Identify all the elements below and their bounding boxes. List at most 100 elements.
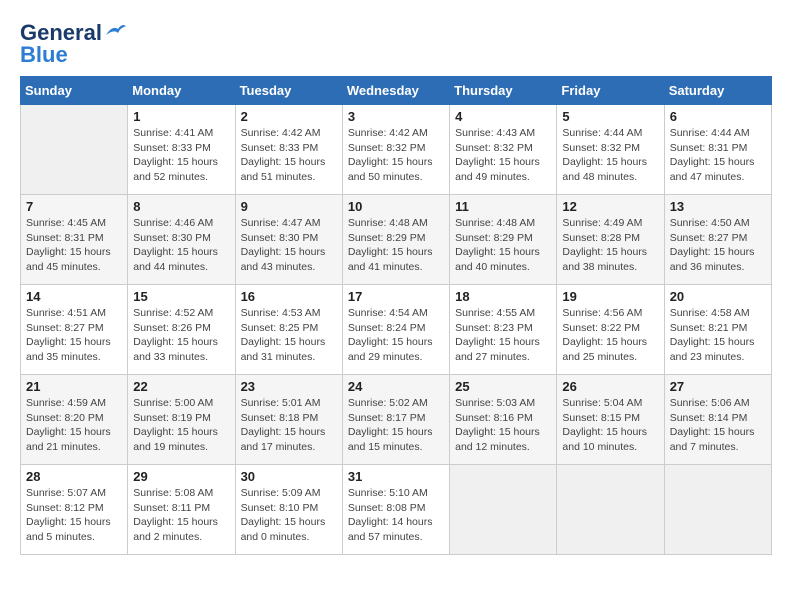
calendar-cell: [21, 105, 128, 195]
day-info: Sunrise: 5:09 AMSunset: 8:10 PMDaylight:…: [241, 486, 337, 545]
day-info: Sunrise: 4:52 AMSunset: 8:26 PMDaylight:…: [133, 306, 229, 365]
day-info: Sunrise: 4:54 AMSunset: 8:24 PMDaylight:…: [348, 306, 444, 365]
logo: General Blue: [20, 20, 128, 68]
day-number: 26: [562, 379, 658, 394]
day-number: 5: [562, 109, 658, 124]
day-info: Sunrise: 4:44 AMSunset: 8:32 PMDaylight:…: [562, 126, 658, 185]
weekday-header-row: SundayMondayTuesdayWednesdayThursdayFrid…: [21, 77, 772, 105]
calendar-table: SundayMondayTuesdayWednesdayThursdayFrid…: [20, 76, 772, 555]
calendar-cell: 14Sunrise: 4:51 AMSunset: 8:27 PMDayligh…: [21, 285, 128, 375]
day-info: Sunrise: 5:04 AMSunset: 8:15 PMDaylight:…: [562, 396, 658, 455]
calendar-cell: 4 Sunrise: 4:43 AMSunset: 8:32 PMDaylight…: [450, 105, 557, 195]
day-number: 12: [562, 199, 658, 214]
calendar-cell: 23Sunrise: 5:01 AMSunset: 8:18 PMDayligh…: [235, 375, 342, 465]
calendar-cell: 28 Sunrise: 5:07 AMSunset: 8:12 PMDayligh…: [21, 465, 128, 555]
day-info: Sunrise: 4:48 AMSunset: 8:29 PMDaylight:…: [455, 216, 551, 275]
calendar-cell: [557, 465, 664, 555]
day-info: Sunrise: 5:07 AMSunset: 8:12 PMDaylight:…: [26, 486, 122, 545]
day-number: 28: [26, 469, 122, 484]
day-number: 30: [241, 469, 337, 484]
calendar-cell: 21 Sunrise: 4:59 AMSunset: 8:20 PMDayligh…: [21, 375, 128, 465]
calendar-week-row: 7 Sunrise: 4:45 AMSunset: 8:31 PMDaylight…: [21, 195, 772, 285]
day-info: Sunrise: 4:51 AMSunset: 8:27 PMDaylight:…: [26, 306, 122, 365]
day-info: Sunrise: 4:42 AMSunset: 8:32 PMDaylight:…: [348, 126, 444, 185]
calendar-week-row: 1Sunrise: 4:41 AMSunset: 8:33 PMDaylight…: [21, 105, 772, 195]
day-info: Sunrise: 4:47 AMSunset: 8:30 PMDaylight:…: [241, 216, 337, 275]
day-number: 17: [348, 289, 444, 304]
page-header: General Blue: [20, 20, 772, 68]
day-info: Sunrise: 4:43 AMSunset: 8:32 PMDaylight:…: [455, 126, 551, 185]
day-number: 3: [348, 109, 444, 124]
day-number: 9: [241, 199, 337, 214]
day-number: 24: [348, 379, 444, 394]
day-info: Sunrise: 5:00 AMSunset: 8:19 PMDaylight:…: [133, 396, 229, 455]
calendar-cell: 8 Sunrise: 4:46 AMSunset: 8:30 PMDaylight…: [128, 195, 235, 285]
day-number: 8: [133, 199, 229, 214]
calendar-cell: 22 Sunrise: 5:00 AMSunset: 8:19 PMDayligh…: [128, 375, 235, 465]
calendar-cell: 1Sunrise: 4:41 AMSunset: 8:33 PMDaylight…: [128, 105, 235, 195]
day-number: 2: [241, 109, 337, 124]
calendar-cell: 5 Sunrise: 4:44 AMSunset: 8:32 PMDaylight…: [557, 105, 664, 195]
day-info: Sunrise: 4:49 AMSunset: 8:28 PMDaylight:…: [562, 216, 658, 275]
day-number: 22: [133, 379, 229, 394]
calendar-week-row: 28 Sunrise: 5:07 AMSunset: 8:12 PMDayligh…: [21, 465, 772, 555]
day-number: 4: [455, 109, 551, 124]
weekday-header-saturday: Saturday: [664, 77, 771, 105]
calendar-cell: 2 Sunrise: 4:42 AMSunset: 8:33 PMDaylight…: [235, 105, 342, 195]
calendar-cell: 10Sunrise: 4:48 AMSunset: 8:29 PMDayligh…: [342, 195, 449, 285]
calendar-cell: 20Sunrise: 4:58 AMSunset: 8:21 PMDayligh…: [664, 285, 771, 375]
day-number: 11: [455, 199, 551, 214]
day-number: 18: [455, 289, 551, 304]
weekday-header-sunday: Sunday: [21, 77, 128, 105]
calendar-cell: 24 Sunrise: 5:02 AMSunset: 8:17 PMDayligh…: [342, 375, 449, 465]
calendar-cell: 6 Sunrise: 4:44 AMSunset: 8:31 PMDaylight…: [664, 105, 771, 195]
day-number: 15: [133, 289, 229, 304]
day-info: Sunrise: 4:45 AMSunset: 8:31 PMDaylight:…: [26, 216, 122, 275]
calendar-cell: 11 Sunrise: 4:48 AMSunset: 8:29 PMDayligh…: [450, 195, 557, 285]
day-info: Sunrise: 4:56 AMSunset: 8:22 PMDaylight:…: [562, 306, 658, 365]
calendar-cell: 26 Sunrise: 5:04 AMSunset: 8:15 PMDayligh…: [557, 375, 664, 465]
calendar-cell: 27Sunrise: 5:06 AMSunset: 8:14 PMDayligh…: [664, 375, 771, 465]
calendar-cell: [664, 465, 771, 555]
day-number: 19: [562, 289, 658, 304]
weekday-header-wednesday: Wednesday: [342, 77, 449, 105]
weekday-header-monday: Monday: [128, 77, 235, 105]
day-info: Sunrise: 4:53 AMSunset: 8:25 PMDaylight:…: [241, 306, 337, 365]
weekday-header-thursday: Thursday: [450, 77, 557, 105]
logo-blue: Blue: [20, 42, 68, 68]
calendar-cell: 29Sunrise: 5:08 AMSunset: 8:11 PMDayligh…: [128, 465, 235, 555]
day-number: 31: [348, 469, 444, 484]
calendar-cell: 16 Sunrise: 4:53 AMSunset: 8:25 PMDayligh…: [235, 285, 342, 375]
calendar-cell: 31 Sunrise: 5:10 AMSunset: 8:08 PMDayligh…: [342, 465, 449, 555]
day-info: Sunrise: 5:06 AMSunset: 8:14 PMDaylight:…: [670, 396, 766, 455]
calendar-week-row: 14Sunrise: 4:51 AMSunset: 8:27 PMDayligh…: [21, 285, 772, 375]
day-number: 21: [26, 379, 122, 394]
day-info: Sunrise: 5:10 AMSunset: 8:08 PMDaylight:…: [348, 486, 444, 545]
day-info: Sunrise: 4:58 AMSunset: 8:21 PMDaylight:…: [670, 306, 766, 365]
day-number: 25: [455, 379, 551, 394]
day-info: Sunrise: 4:42 AMSunset: 8:33 PMDaylight:…: [241, 126, 337, 185]
calendar-cell: [450, 465, 557, 555]
calendar-cell: 7 Sunrise: 4:45 AMSunset: 8:31 PMDaylight…: [21, 195, 128, 285]
day-number: 16: [241, 289, 337, 304]
weekday-header-friday: Friday: [557, 77, 664, 105]
day-number: 1: [133, 109, 229, 124]
day-info: Sunrise: 5:02 AMSunset: 8:17 PMDaylight:…: [348, 396, 444, 455]
day-info: Sunrise: 4:55 AMSunset: 8:23 PMDaylight:…: [455, 306, 551, 365]
calendar-cell: 18 Sunrise: 4:55 AMSunset: 8:23 PMDayligh…: [450, 285, 557, 375]
calendar-cell: 30 Sunrise: 5:09 AMSunset: 8:10 PMDayligh…: [235, 465, 342, 555]
calendar-cell: 3 Sunrise: 4:42 AMSunset: 8:32 PMDaylight…: [342, 105, 449, 195]
day-info: Sunrise: 4:59 AMSunset: 8:20 PMDaylight:…: [26, 396, 122, 455]
day-info: Sunrise: 5:01 AMSunset: 8:18 PMDaylight:…: [241, 396, 337, 455]
calendar-cell: 13Sunrise: 4:50 AMSunset: 8:27 PMDayligh…: [664, 195, 771, 285]
day-info: Sunrise: 4:44 AMSunset: 8:31 PMDaylight:…: [670, 126, 766, 185]
day-number: 6: [670, 109, 766, 124]
calendar-cell: 17 Sunrise: 4:54 AMSunset: 8:24 PMDayligh…: [342, 285, 449, 375]
calendar-cell: 19 Sunrise: 4:56 AMSunset: 8:22 PMDayligh…: [557, 285, 664, 375]
calendar-cell: 15 Sunrise: 4:52 AMSunset: 8:26 PMDayligh…: [128, 285, 235, 375]
calendar-cell: 12 Sunrise: 4:49 AMSunset: 8:28 PMDayligh…: [557, 195, 664, 285]
calendar-week-row: 21 Sunrise: 4:59 AMSunset: 8:20 PMDayligh…: [21, 375, 772, 465]
day-info: Sunrise: 4:46 AMSunset: 8:30 PMDaylight:…: [133, 216, 229, 275]
day-number: 7: [26, 199, 122, 214]
logo-bird-icon: [104, 21, 128, 39]
